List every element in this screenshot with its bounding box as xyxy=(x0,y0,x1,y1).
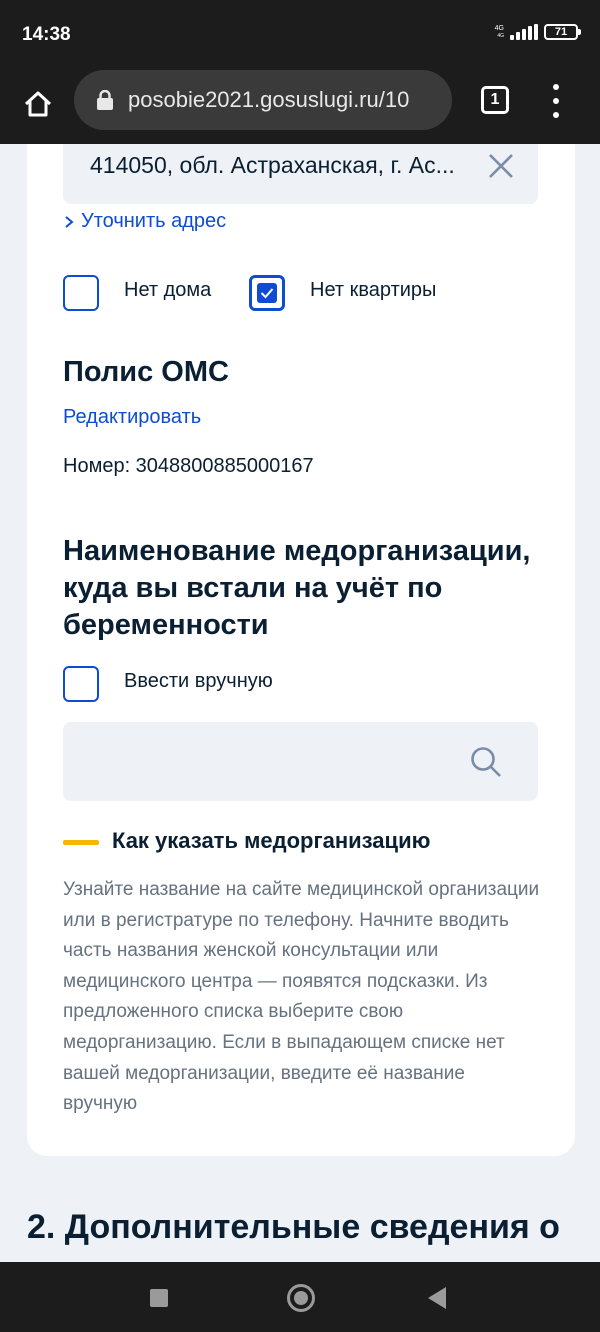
browser-toolbar: posobie2021.gosuslugi.ru/10 1 xyxy=(0,70,600,144)
status-time: 14:38 xyxy=(22,24,71,45)
polis-title: Полис ОМС xyxy=(63,356,229,388)
nav-recents-icon[interactable] xyxy=(150,1289,168,1307)
med-org-search-input[interactable] xyxy=(63,722,538,801)
no-flat-label: Нет квартиры xyxy=(310,279,437,301)
system-nav-bar xyxy=(0,1262,600,1332)
no-house-label: Нет дома xyxy=(124,279,212,301)
clear-icon[interactable] xyxy=(485,150,517,182)
search-icon xyxy=(471,747,501,777)
check-icon xyxy=(257,283,277,303)
hint-title[interactable]: Как указать медорганизацию xyxy=(112,828,430,854)
more-vert-icon[interactable] xyxy=(548,84,564,118)
signal-icon xyxy=(510,24,538,40)
med-org-title: Наименование медорганизации, куда вы вст… xyxy=(63,535,531,641)
tab-switcher-button[interactable]: 1 xyxy=(481,86,509,114)
lock-icon xyxy=(97,90,113,110)
address-field[interactable]: 414050, обл. Астраханская, г. Ас... xyxy=(63,144,538,204)
status-bar: 14:38 4G 4G 71 xyxy=(0,0,600,70)
nav-home-icon[interactable] xyxy=(287,1284,315,1312)
status-indicators: 4G 4G 71 xyxy=(494,24,581,40)
no-house-checkbox[interactable] xyxy=(63,275,99,311)
manual-entry-label: Ввести вручную xyxy=(124,670,273,692)
section-2-title: 2. Дополнительные сведения о xyxy=(27,1208,560,1246)
network-label: 4G 4G xyxy=(494,25,504,39)
battery-icon: 71 xyxy=(544,24,581,40)
hint-body: Узнайте название на сайте медицинской ор… xyxy=(63,879,540,1115)
refine-address-link[interactable]: Уточнить адрес xyxy=(63,210,226,233)
url-bar[interactable]: posobie2021.gosuslugi.ru/10 xyxy=(74,70,452,130)
no-flat-checkbox[interactable] xyxy=(249,275,285,311)
home-icon[interactable] xyxy=(18,84,58,124)
url-text: posobie2021.gosuslugi.ru/10 xyxy=(128,87,410,112)
polis-number: Номер: 3048800885000167 xyxy=(63,455,314,477)
manual-entry-checkbox[interactable] xyxy=(63,666,99,702)
edit-link[interactable]: Редактировать xyxy=(63,406,201,429)
form-card: 414050, обл. Астраханская, г. Ас... Уточ… xyxy=(27,144,575,1156)
address-value: 414050, обл. Астраханская, г. Ас... xyxy=(90,152,455,178)
nav-back-icon[interactable] xyxy=(428,1287,446,1309)
hint-accent-bar xyxy=(63,840,99,845)
chevron-right-icon xyxy=(65,215,74,228)
